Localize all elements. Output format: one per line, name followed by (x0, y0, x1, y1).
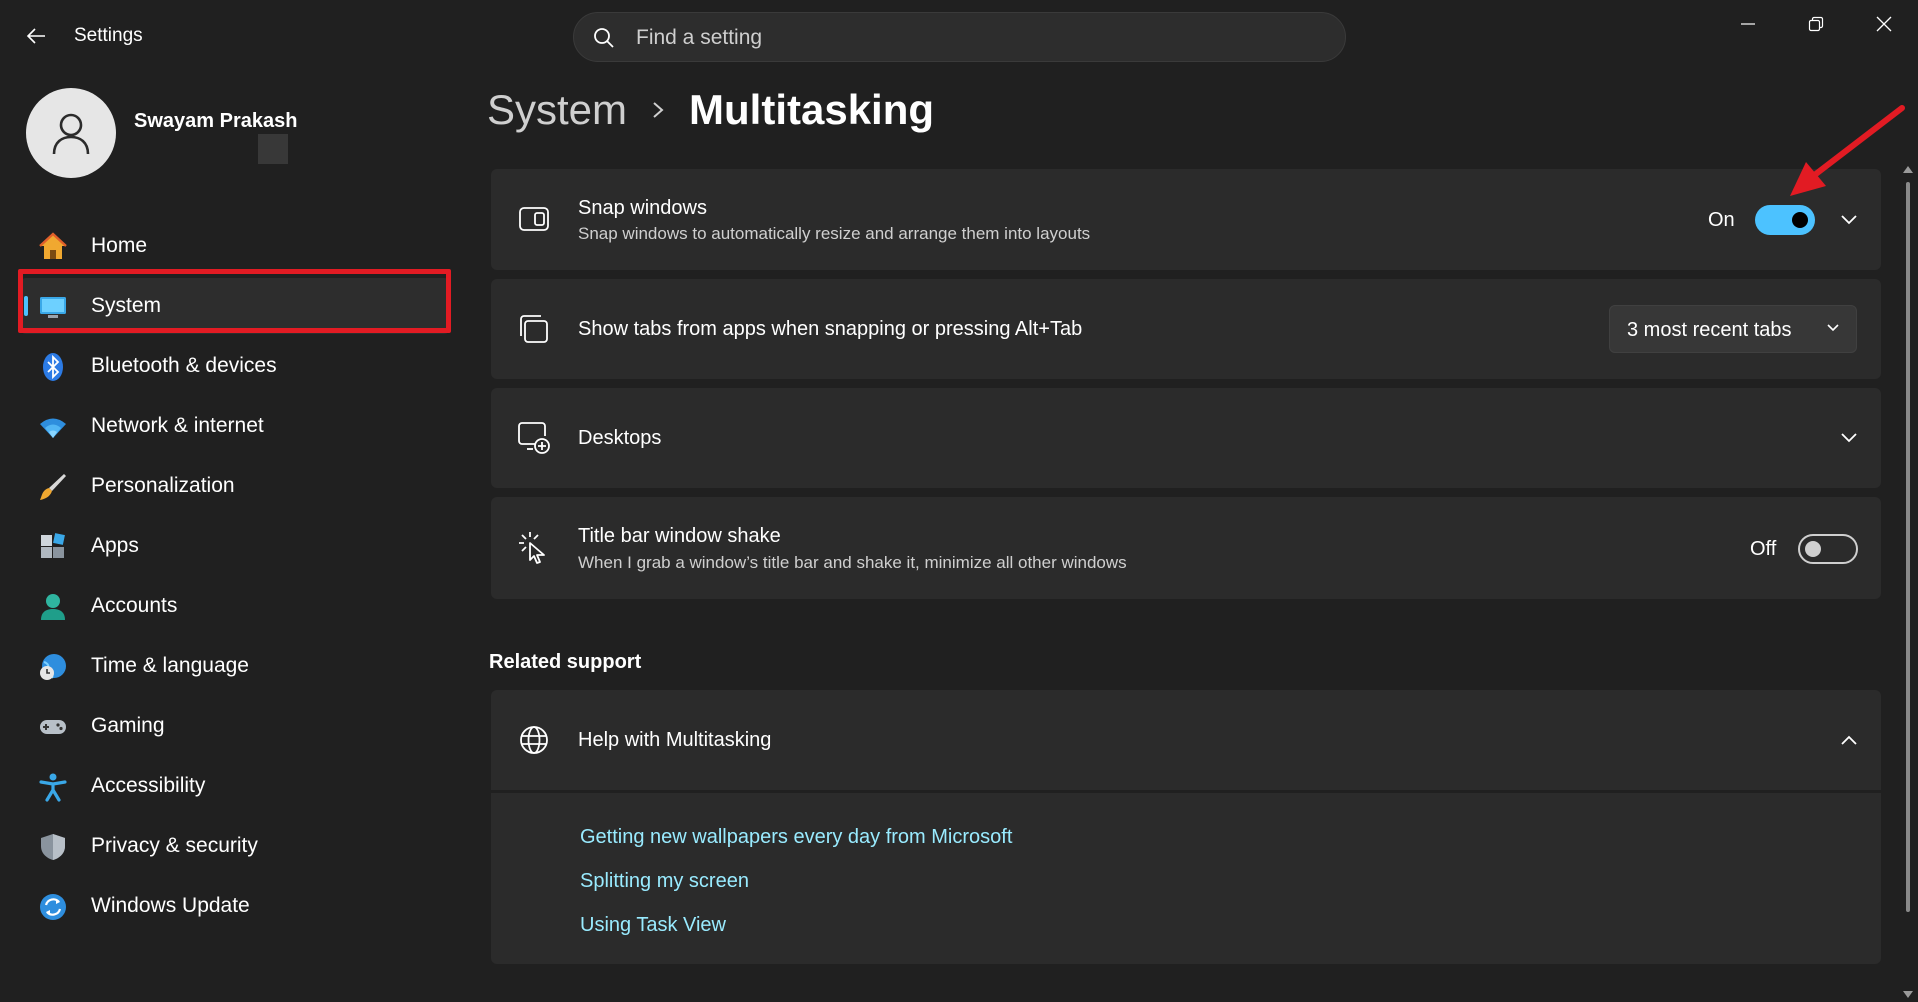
toggle-knob (1792, 212, 1808, 228)
annotation-arrow-icon (1790, 105, 1905, 196)
window-shake-state-label: Off (1750, 538, 1777, 560)
update-icon (38, 892, 68, 922)
scrollbar-thumb[interactable] (1906, 182, 1910, 912)
restore-icon (1808, 16, 1824, 32)
related-support-heading: Related support (489, 651, 642, 673)
sidebar-item-accounts[interactable]: Accounts (20, 578, 450, 634)
accessibility-icon (38, 772, 68, 802)
sidebar-item-gaming[interactable]: Gaming (20, 698, 450, 754)
help-link-splitting-screen[interactable]: Splitting my screen (580, 864, 1012, 908)
help-links-list: Getting new wallpapers every day from Mi… (580, 820, 1012, 952)
restore-button[interactable] (1782, 0, 1850, 48)
search-box[interactable] (573, 12, 1346, 63)
sidebar-item-label: Apps (91, 534, 139, 557)
sidebar-item-network[interactable]: Network & internet (20, 398, 450, 454)
sidebar-item-label: Bluetooth & devices (91, 354, 277, 377)
show-tabs-card: Show tabs from apps when snapping or pre… (491, 279, 1881, 379)
sidebar-item-label: Home (91, 234, 148, 257)
breadcrumb-parent[interactable]: System (487, 86, 627, 134)
chevron-down-icon (1827, 324, 1839, 332)
back-button[interactable] (18, 20, 54, 52)
help-link-task-view[interactable]: Using Task View (580, 908, 1012, 952)
help-multitasking-header[interactable]: Help with Multitasking (491, 690, 1881, 790)
sidebar-item-system[interactable]: System (20, 278, 450, 334)
avatar (26, 88, 116, 178)
globe-clock-icon (38, 652, 68, 682)
page-title: Multitasking (689, 86, 935, 133)
help-multitasking-title: Help with Multitasking (578, 729, 772, 751)
sidebar-item-label: Personalization (91, 474, 235, 497)
snap-windows-card[interactable]: Snap windows Snap windows to automatical… (491, 169, 1881, 270)
scroll-down-arrow-icon (1903, 991, 1913, 998)
chevron-down-icon (1841, 433, 1857, 443)
desktops-expand-button[interactable] (1833, 422, 1865, 454)
redacted-email-block (258, 134, 288, 164)
snap-layout-icon (517, 202, 551, 236)
sidebar-item-label: Gaming (91, 714, 165, 737)
sidebar-item-bluetooth[interactable]: Bluetooth & devices (20, 338, 450, 394)
snap-windows-title: Snap windows (578, 197, 707, 219)
help-link-wallpapers[interactable]: Getting new wallpapers every day from Mi… (580, 820, 1012, 864)
sidebar-item-label: System (91, 294, 162, 317)
minimize-icon (1741, 23, 1755, 25)
close-button[interactable] (1850, 0, 1918, 48)
snap-windows-state-label: On (1708, 209, 1735, 231)
sidebar-item-label: Accounts (91, 594, 178, 617)
minimize-button[interactable] (1714, 0, 1782, 48)
home-icon (38, 232, 68, 262)
search-icon (594, 28, 614, 48)
chevron-right-icon (651, 100, 665, 120)
recent-tabs-dropdown[interactable]: 3 most recent tabs (1609, 305, 1857, 353)
sidebar-item-label: Network & internet (91, 414, 264, 437)
tabs-icon (517, 312, 551, 346)
back-arrow-icon (26, 28, 45, 44)
toggle-knob (1805, 541, 1821, 557)
title-bar: Settings (0, 0, 1918, 74)
gamepad-icon (38, 712, 68, 742)
window-shake-title: Title bar window shake (578, 525, 781, 547)
scrollbar[interactable] (1902, 160, 1914, 1002)
sidebar-item-label: Time & language (91, 654, 249, 677)
chevron-down-icon (1841, 215, 1857, 225)
sidebar-item-label: Privacy & security (91, 834, 258, 857)
sidebar-item-apps[interactable]: Apps (20, 518, 450, 574)
apps-icon (38, 532, 68, 562)
window-shake-description: When I grab a window’s title bar and sha… (578, 553, 1127, 572)
sidebar-item-time-language[interactable]: Time & language (20, 638, 450, 694)
sidebar-item-label: Windows Update (91, 894, 250, 917)
bluetooth-icon (38, 352, 68, 382)
sidebar-item-label: Accessibility (91, 774, 206, 797)
snap-windows-description: Snap windows to automatically resize and… (578, 224, 1091, 243)
window-shake-card: Title bar window shake When I grab a win… (491, 497, 1881, 599)
window-shake-toggle[interactable] (1798, 534, 1858, 564)
desktop-add-icon (517, 421, 551, 455)
monitor-icon (38, 292, 68, 322)
app-title: Settings (74, 25, 143, 46)
shield-icon (38, 832, 68, 862)
desktops-title: Desktops (578, 427, 662, 449)
window-controls (1714, 0, 1918, 48)
search-input[interactable] (634, 13, 1318, 63)
cursor-shake-icon (517, 531, 551, 565)
person-icon (52, 113, 90, 155)
sidebar-item-accessibility[interactable]: Accessibility (20, 758, 450, 814)
sidebar-item-privacy-security[interactable]: Privacy & security (20, 818, 450, 874)
sidebar-item-personalization[interactable]: Personalization (20, 458, 450, 514)
brush-icon (38, 472, 68, 502)
desktops-card[interactable]: Desktops (491, 388, 1881, 488)
person-icon (38, 592, 68, 622)
globe-icon (517, 723, 551, 757)
wifi-icon (38, 412, 68, 442)
recent-tabs-dropdown-value: 3 most recent tabs (1627, 319, 1792, 341)
sidebar-item-home[interactable]: Home (20, 218, 450, 274)
show-tabs-title: Show tabs from apps when snapping or pre… (578, 318, 1083, 340)
close-icon (1876, 16, 1892, 32)
chevron-up-icon (1841, 735, 1857, 745)
user-name: Swayam Prakash (134, 110, 298, 132)
sidebar-item-windows-update[interactable]: Windows Update (20, 878, 450, 934)
breadcrumb: System Multitasking (487, 86, 934, 134)
help-collapse-button[interactable] (1833, 724, 1865, 756)
sidebar-nav: Home System Bluetooth & devices Network … (20, 218, 450, 938)
